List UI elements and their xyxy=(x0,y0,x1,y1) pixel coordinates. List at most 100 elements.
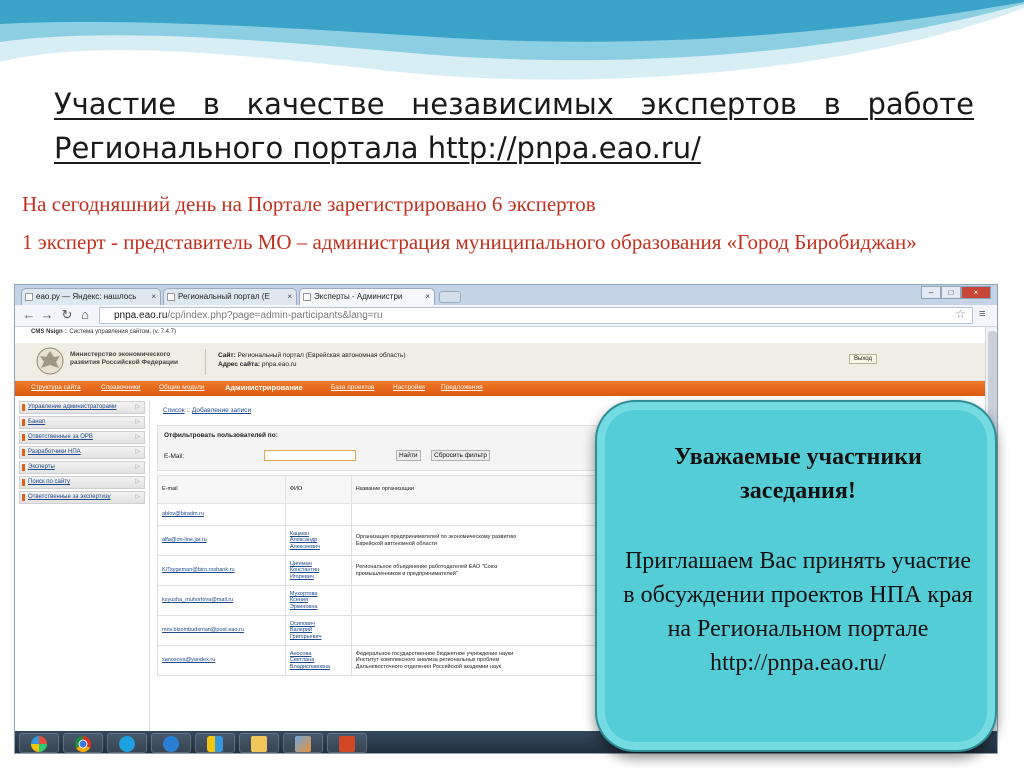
zip-icon xyxy=(163,736,179,752)
taskbar-zip[interactable] xyxy=(151,733,191,753)
sidebar-item-experts[interactable]: Эксперты ▷ xyxy=(19,461,145,474)
expert-fio[interactable]: Цигеман Константин Игоревич xyxy=(284,555,352,586)
back-icon[interactable]: ← xyxy=(21,307,37,323)
column-header-email: E-mail xyxy=(157,475,286,504)
chevron-right-icon: ▷ xyxy=(135,419,140,425)
email-filter-input[interactable] xyxy=(264,450,356,461)
registered-experts-text: На сегодняшний день на Портале зарегистр… xyxy=(22,192,596,216)
sidebar-item-label: Банап xyxy=(28,419,46,425)
logout-button[interactable]: Выход xyxy=(849,354,877,364)
forward-icon[interactable]: → xyxy=(39,307,55,323)
taskbar-folder[interactable] xyxy=(239,733,279,753)
sidebar-item-label: Эксперты xyxy=(28,464,55,470)
tools-icon xyxy=(295,736,311,752)
find-button[interactable]: Найти xyxy=(396,450,421,461)
table-row: ablov@biradm.ru xyxy=(157,503,618,526)
close-tab-icon[interactable]: × xyxy=(151,289,156,304)
browser-toolbar: ← → ↻ ⌂ pnpa.eao.ru/cp/index.php?page=ad… xyxy=(15,305,997,327)
windows-start-icon xyxy=(31,736,47,752)
breadcrumb-add-link[interactable]: Добавление записи xyxy=(192,407,251,414)
table-row: mnv.bizombudsman@post.eao.ru Осипович Ва… xyxy=(157,615,618,646)
taskbar-shield[interactable] xyxy=(195,733,235,753)
chevron-right-icon: ▷ xyxy=(135,479,140,485)
nav-common-modules[interactable]: Общие модули xyxy=(159,384,204,391)
tab-regional-portal[interactable]: Региональный портал (Е × xyxy=(163,288,297,305)
site-name: Региональный портал (Еврейская автономна… xyxy=(237,352,406,359)
page-favicon-icon xyxy=(303,293,311,301)
chevron-right-icon: ▷ xyxy=(135,404,140,410)
home-icon[interactable]: ⌂ xyxy=(77,307,93,323)
maximize-button[interactable]: □ xyxy=(941,286,961,299)
expert-organization: Федеральное государственное бюджетное уч… xyxy=(350,645,618,676)
chevron-right-icon: ▷ xyxy=(135,434,140,440)
expert-fio[interactable] xyxy=(284,503,352,526)
breadcrumb-separator: :: xyxy=(186,407,191,414)
reload-icon[interactable]: ↻ xyxy=(59,307,75,323)
chrome-icon xyxy=(75,736,91,752)
experts-table: E-mail ФИО Название организации ablov@bi… xyxy=(157,475,618,676)
admin-sidebar: Управление администраторами ▷ Банап ▷ Отве… xyxy=(19,401,145,506)
expert-email[interactable]: mnv.bizombudsman@post.eao.ru xyxy=(157,615,286,646)
filter-title: Отфильтровать пользователей по: xyxy=(164,432,278,439)
expert-email[interactable]: ksyusha_muhortova@mail.ru xyxy=(157,585,286,616)
email-filter-label: E-Mail: xyxy=(164,453,185,460)
table-row: sanosova@yandex.ru Аносова Светлана Влад… xyxy=(157,645,618,676)
expert-fio[interactable]: Кацман Александр Алексеевич xyxy=(284,525,352,556)
expert-email[interactable]: KITsygeman@biro.rosbank.ru xyxy=(157,555,286,586)
nav-proposals[interactable]: Предложения xyxy=(441,384,483,391)
taskbar-chrome[interactable] xyxy=(63,733,103,753)
callout-heading: Уважаемые участники заседания! xyxy=(674,444,922,504)
breadcrumb-list-link[interactable]: Список xyxy=(163,407,185,414)
site-info: Сайт: Региональный портал (Еврейская авт… xyxy=(218,351,406,369)
expert-fio[interactable]: Мухортова Ксения Эркиновна xyxy=(284,585,352,616)
nav-projects-base[interactable]: База проектов xyxy=(331,384,374,391)
expert-email[interactable]: ablov@biradm.ru xyxy=(157,503,286,526)
close-window-button[interactable]: × xyxy=(961,286,991,299)
expert-fio[interactable]: Аносова Светлана Владиславовна xyxy=(284,645,352,676)
address-bar[interactable]: pnpa.eao.ru/cp/index.php?page=admin-part… xyxy=(99,307,973,324)
column-header-fio: ФИО xyxy=(284,475,352,504)
sidebar-item-label: Разработчики НПА xyxy=(28,449,81,455)
reset-filter-button[interactable]: Сбросить фильтр xyxy=(431,450,490,461)
main-nav: Структура сайта Справочники Общие модули… xyxy=(15,381,985,396)
expert-fio[interactable]: Осипович Валерий Григорьевич xyxy=(284,615,352,646)
sidebar-item-admins[interactable]: Управление администраторами ▷ xyxy=(19,401,145,414)
sidebar-item-label: Поиск по сайту xyxy=(28,479,71,485)
menu-icon[interactable]: ≡ xyxy=(979,308,985,320)
nav-directories[interactable]: Справочники xyxy=(101,384,140,391)
sidebar-item-npa-developers[interactable]: Разработчики НПА ▷ xyxy=(19,446,145,459)
table-row: alfa@on-line.jar.ru Кацман Александр Але… xyxy=(157,525,618,556)
breadcrumb: Список :: Добавление записи xyxy=(163,407,251,414)
start-button[interactable] xyxy=(19,733,59,753)
taskbar-tools[interactable] xyxy=(283,733,323,753)
folder-icon xyxy=(251,736,267,752)
cms-title: :: Система управления сайтом. (v. 7.4.7) xyxy=(64,329,176,335)
nav-settings[interactable]: Настройки xyxy=(393,384,425,391)
sidebar-item-expertise[interactable]: Ответственные за экспертизу ▷ xyxy=(19,491,145,504)
expert-email[interactable]: alfa@on-line.jar.ru xyxy=(157,525,286,556)
expert-organization xyxy=(350,585,618,616)
taskbar-powerpoint[interactable] xyxy=(327,733,367,753)
sidebar-item-site-search[interactable]: Поиск по сайту ▷ xyxy=(19,476,145,489)
close-tab-icon[interactable]: × xyxy=(287,289,292,304)
nav-site-structure[interactable]: Структура сайта xyxy=(31,384,81,391)
tab-experts[interactable]: Эксперты - Администри × xyxy=(299,288,435,305)
tab-strip: eao.ру — Яндекс: нашлось × Региональный … xyxy=(15,285,997,305)
sidebar-item-orv[interactable]: Ответственные за ОРВ ▷ xyxy=(19,431,145,444)
table-header-row: E-mail ФИО Название организации xyxy=(157,475,618,504)
tab-yandex[interactable]: eao.ру — Яндекс: нашлось × xyxy=(21,288,161,305)
expert-email[interactable]: sanosova@yandex.ru xyxy=(157,645,286,676)
content-divider xyxy=(149,401,150,731)
nav-administration[interactable]: Администрирование xyxy=(225,383,303,392)
yandex-favicon-icon xyxy=(25,293,33,301)
close-tab-icon[interactable]: × xyxy=(425,289,430,304)
sidebar-item-banap[interactable]: Банап ▷ xyxy=(19,416,145,429)
minimize-button[interactable]: – xyxy=(921,286,941,299)
address-host: pnpa.eao.ru xyxy=(114,310,168,321)
new-tab-button[interactable] xyxy=(439,291,461,303)
header-divider xyxy=(205,349,206,375)
bookmark-star-icon[interactable]: ☆ xyxy=(955,307,966,321)
tab-label: Региональный портал (Е xyxy=(178,292,270,301)
taskbar-skype[interactable] xyxy=(107,733,147,753)
expert-organization: Организация предпринимателей по экономич… xyxy=(350,525,618,556)
